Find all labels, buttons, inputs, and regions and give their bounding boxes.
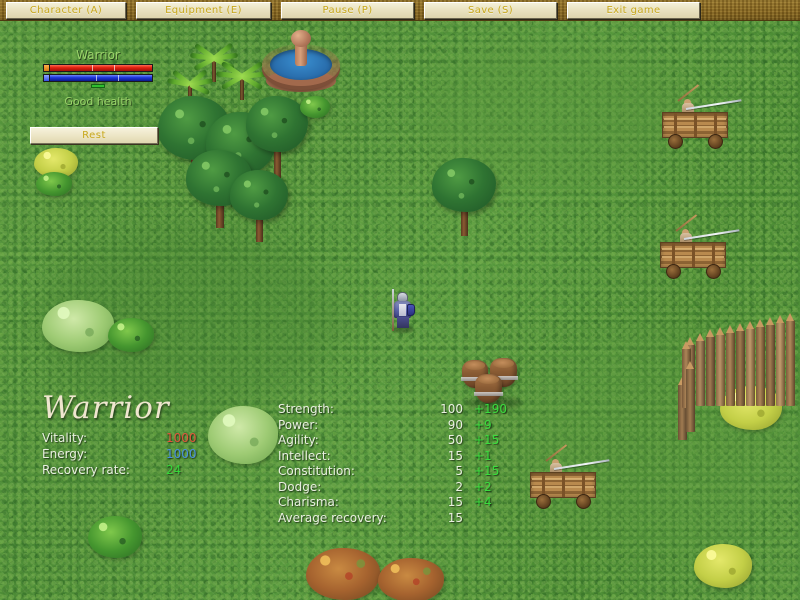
fence-stake [756,319,765,406]
barrel-lid [464,361,486,371]
wagon-ballista-icon [658,214,740,282]
barrel-hoop [474,392,503,396]
fence-stake [766,317,775,406]
menu-save[interactable]: Save (S) [424,2,557,19]
menu-exit-game[interactable]: Exit game [567,2,700,19]
bush-icon [88,516,142,558]
energy-bar-cap [44,75,50,81]
health-bar[interactable] [43,64,153,72]
barrel-lid [492,359,515,369]
fence-stake [746,321,755,406]
fountain-finial [291,30,311,47]
wagon-post [562,473,565,497]
top-menu-bar: Character (A) Equipment (E) Pause (P) Sa… [0,0,800,21]
wagon-wheel [708,134,723,149]
bush-icon [208,406,278,464]
fence-stake [776,315,785,406]
wagon-wheel [668,134,683,149]
player-tabard [399,304,406,316]
fence-stake [706,329,715,406]
wagon-ballista-icon [528,444,610,512]
stamina-bar[interactable] [91,84,105,88]
bush-icon [300,96,330,118]
palisade-fence-icon [686,306,800,406]
bush-icon [306,548,380,600]
barrel-stack-icon [461,358,524,412]
tree-icon [230,170,288,242]
energy-bar[interactable] [43,74,153,82]
hud-character-name: Warrior [76,48,120,62]
wagon-wheel [536,494,551,509]
wagon-post [694,113,697,137]
fence-stake [686,361,695,432]
barrel-icon [474,374,503,403]
game-screen: Character (A) Equipment (E) Pause (P) Sa… [0,0,800,600]
bush-icon [694,544,752,588]
hud-bars [43,64,153,88]
player-character[interactable] [390,289,416,334]
bush-icon [108,318,154,352]
bush-icon [36,172,72,196]
bush-icon [378,558,444,600]
player-legs [397,317,409,328]
fence-stake [716,327,725,406]
tree-icon [246,96,308,178]
menu-equipment[interactable]: Equipment (E) [136,2,271,19]
player-shield [407,304,415,316]
tree-icon [432,158,496,236]
wagon-wheel [576,494,591,509]
menu-pause[interactable]: Pause (P) [281,2,414,19]
barrel-lid [477,375,500,385]
wagon-wheel [706,264,721,279]
bush-icon [42,300,114,352]
rest-button[interactable]: Rest [30,127,158,144]
wagon-ballista-icon [660,84,742,152]
health-bar-cap [44,65,50,71]
palisade-fence-icon [678,330,702,440]
character-hud: Warrior Good health Rest [28,48,168,144]
menu-character[interactable]: Character (A) [6,2,126,19]
wagon-wheel [666,264,681,279]
fence-stake [786,313,795,406]
wagon-post [692,243,695,267]
fence-stake [726,325,735,406]
fountain-icon [262,30,340,96]
hud-condition-text: Good health [64,95,132,108]
fence-stake [736,323,745,406]
